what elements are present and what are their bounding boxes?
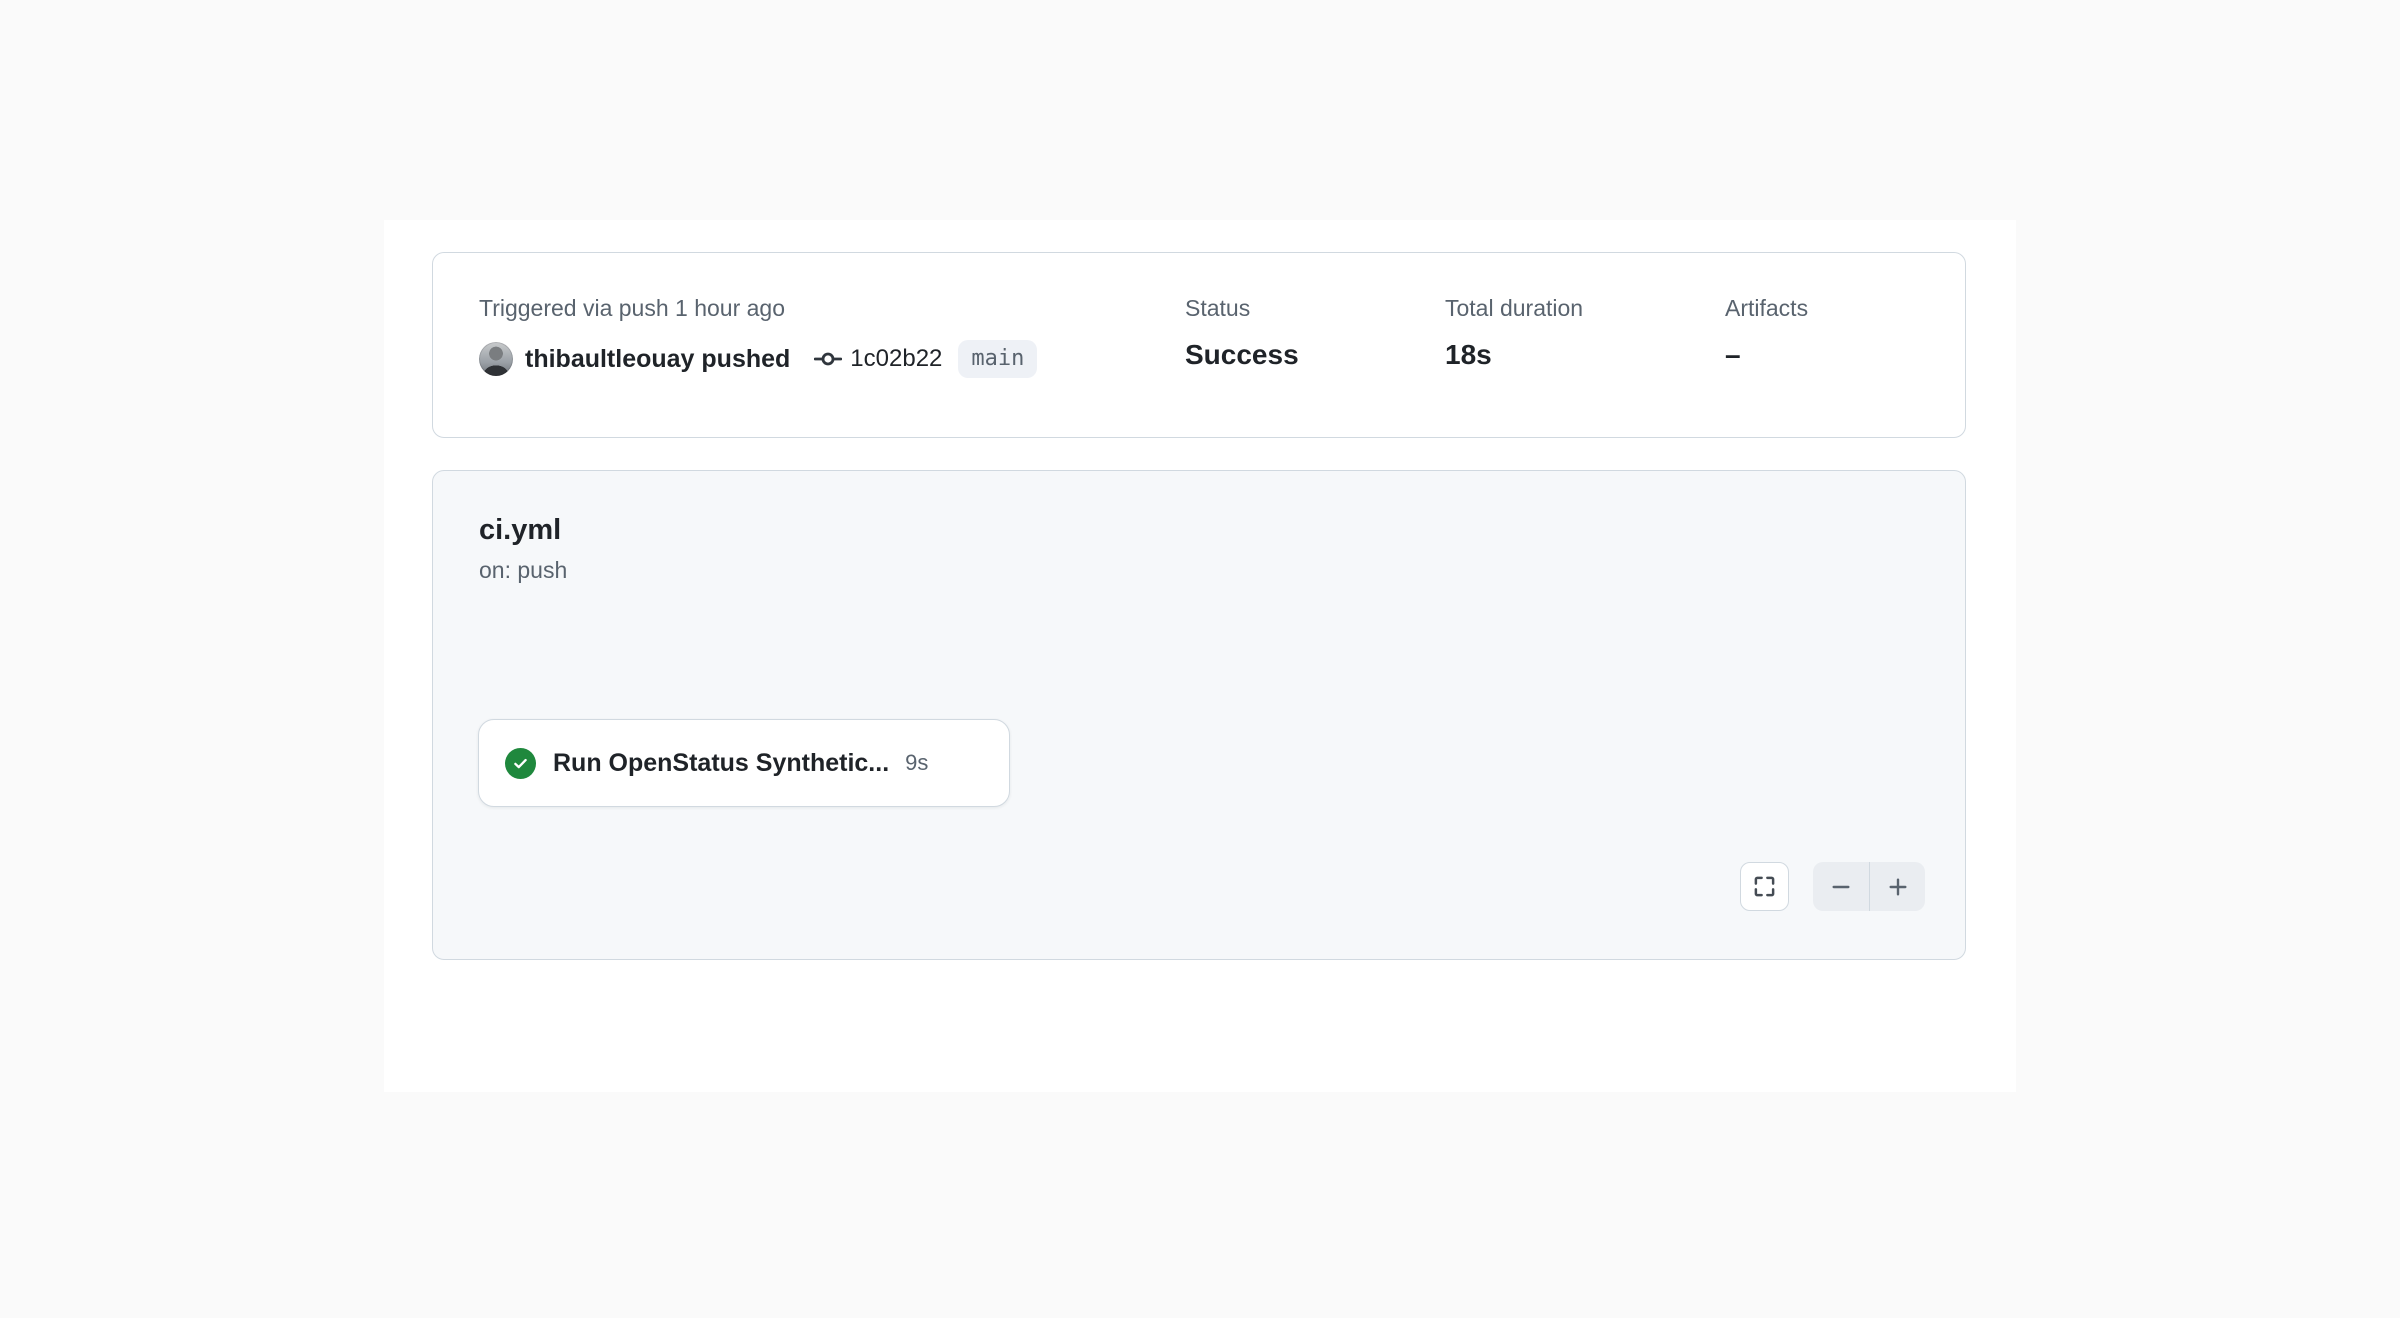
zoom-controls	[1813, 862, 1925, 911]
job-duration: 9s	[905, 750, 928, 776]
branch-badge: main	[958, 340, 1037, 378]
success-check-icon	[505, 748, 536, 779]
actor-row: thibaultleouay pushed 1c02b22 main	[479, 339, 1037, 379]
stat-status: Status Success	[1185, 293, 1299, 373]
trigger-block: Triggered via push 1 hour ago thibaultle…	[479, 293, 1037, 379]
stat-status-label: Status	[1185, 293, 1299, 323]
content-surface: Triggered via push 1 hour ago thibaultle…	[384, 220, 2016, 1092]
run-header-card: Triggered via push 1 hour ago thibaultle…	[432, 252, 1966, 438]
fullscreen-button[interactable]	[1740, 862, 1789, 911]
plus-icon	[1887, 876, 1909, 898]
stat-artifacts: Artifacts –	[1725, 293, 1808, 373]
job-node[interactable]: Run OpenStatus Synthetic... 9s	[478, 719, 1010, 807]
page-background: Triggered via push 1 hour ago thibaultle…	[0, 0, 2400, 1318]
commit-sha-link[interactable]: 1c02b22	[850, 345, 942, 373]
workflow-trigger-text: on: push	[479, 555, 567, 585]
stat-status-value: Success	[1185, 337, 1299, 373]
triggered-via-label: Triggered via push 1 hour ago	[479, 293, 1037, 323]
stat-total-duration-label: Total duration	[1445, 293, 1583, 323]
commit-group: 1c02b22	[814, 345, 942, 373]
minus-icon	[1830, 876, 1852, 898]
stat-total-duration: Total duration 18s	[1445, 293, 1583, 373]
fullscreen-expand-icon	[1753, 875, 1776, 898]
zoom-out-button[interactable]	[1813, 862, 1869, 911]
stat-total-duration-value: 18s	[1445, 337, 1583, 373]
actor-pushed-text[interactable]: thibaultleouay pushed	[525, 345, 790, 374]
job-name: Run OpenStatus Synthetic...	[553, 749, 889, 778]
workflow-title-block: ci.yml on: push	[479, 511, 567, 585]
git-commit-icon	[814, 345, 842, 373]
stat-artifacts-label: Artifacts	[1725, 293, 1808, 323]
workflow-file-name: ci.yml	[479, 511, 567, 549]
zoom-in-button[interactable]	[1869, 862, 1925, 911]
workflow-graph-card: ci.yml on: push Run OpenStatus Synthetic…	[432, 470, 1966, 960]
avatar[interactable]	[479, 342, 513, 376]
stat-artifacts-value: –	[1725, 337, 1808, 373]
